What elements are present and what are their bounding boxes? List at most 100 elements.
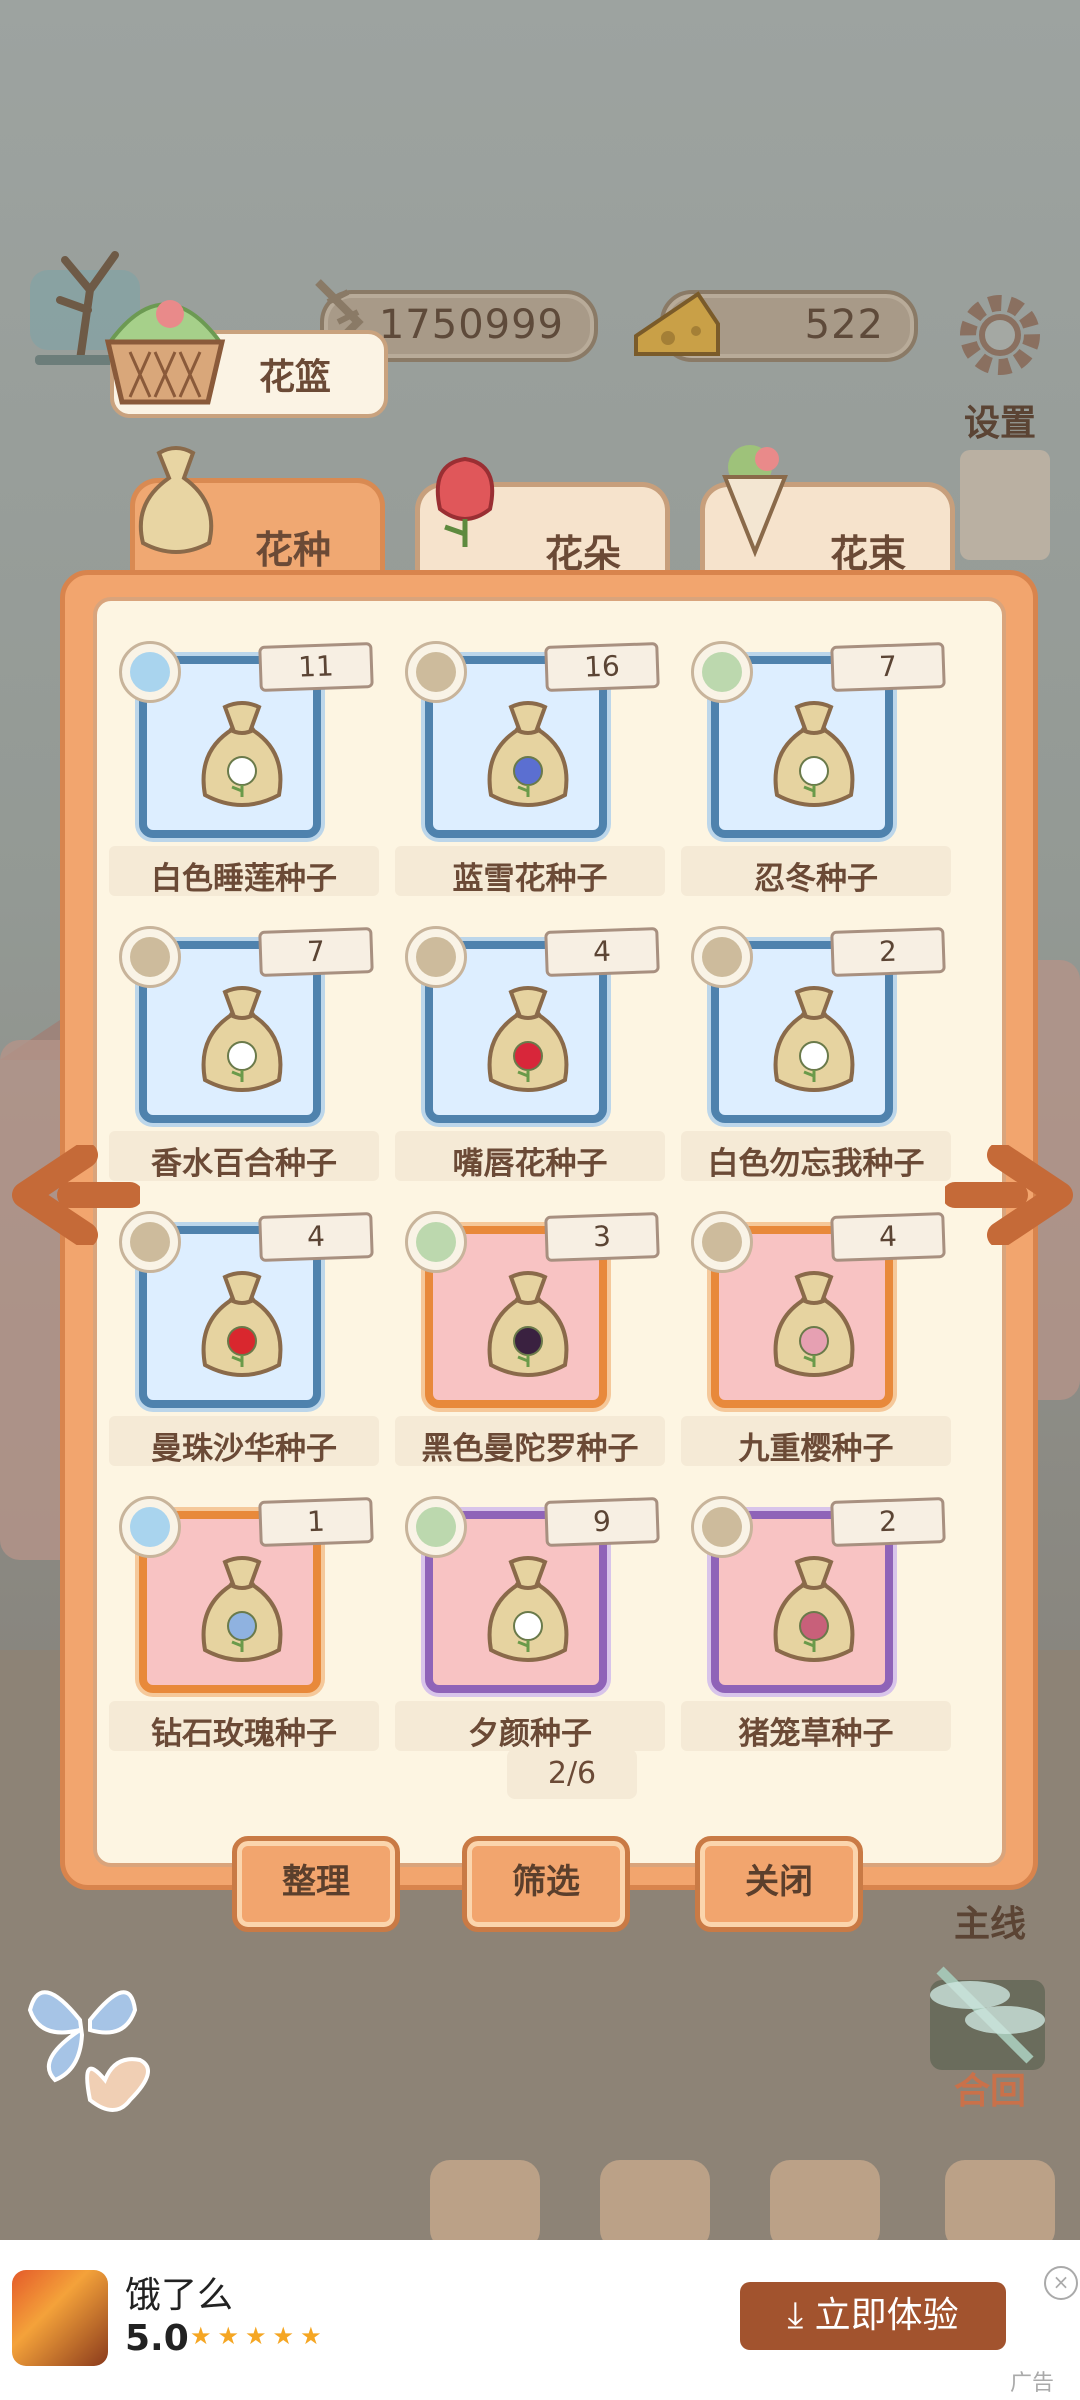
basket-label: 花篮 [259,357,332,398]
seed-bag-icon [487,986,569,1092]
item-name: 钻石玫瑰种子 [151,1716,337,1752]
gear-icon [960,295,1040,375]
item-name: 夕颜种子 [468,1716,592,1752]
seed-item[interactable]: 4 九重樱种子 [681,1211,951,1496]
item-name: 嘴唇花种子 [452,1146,608,1182]
soil-type-icon [691,926,753,988]
ad-title: 饿了么 [125,2275,234,2316]
bottom-trophy-icon[interactable] [945,2160,1055,2250]
inventory-panel: 11 白色睡莲种子 16 蓝雪花种子 7 忍冬种子 7 香水百合种子 4 嘴唇花… [60,570,1038,1890]
item-name: 忍冬种子 [754,861,878,897]
seed-item[interactable]: 3 黑色曼陀罗种子 [395,1211,665,1496]
download-icon: ⤓ [787,2295,815,2336]
cheese-counter: 522 [634,290,918,362]
seed-bag-icon [773,986,855,1092]
seed-item[interactable]: 7 香水百合种子 [109,926,379,1211]
soil-type-icon [119,926,181,988]
water-type-icon [119,641,181,703]
seed-item[interactable]: 16 蓝雪花种子 [395,641,665,926]
mainline-button[interactable]: 主线 [940,1895,1040,1947]
leaf-type-icon [691,641,753,703]
soil-type-icon [691,1496,753,1558]
item-count: 11 [258,642,374,692]
bottom-window-icon[interactable] [430,2160,540,2250]
item-count: 9 [544,1497,660,1547]
bouquet-icon [722,445,788,557]
ad-thumbnail [12,2270,108,2366]
seed-bag-icon [487,701,569,807]
item-count: 2 [830,927,946,977]
item-name: 白色睡莲种子 [151,861,337,897]
seed-bag-icon [773,1271,855,1377]
cheese-value: 522 [804,302,884,348]
leaf-type-icon [405,1496,467,1558]
cheese-icon [634,291,720,356]
seed-bag-icon [773,1556,855,1662]
item-name: 白色勿忘我种子 [707,1146,925,1182]
inventory-inner: 11 白色睡莲种子 16 蓝雪花种子 7 忍冬种子 7 香水百合种子 4 嘴唇花… [93,597,1006,1867]
ad-close-icon[interactable]: × [1044,2266,1078,2300]
return-button[interactable]: 合回 [940,2062,1040,2114]
settings-button[interactable]: 设置 [950,285,1050,446]
seed-bag-icon [773,701,855,807]
item-count: 7 [830,642,946,692]
seed-item[interactable]: 4 曼珠沙华种子 [109,1211,379,1496]
seed-item[interactable]: 7 忍冬种子 [681,641,951,926]
item-name: 九重樱种子 [738,1431,894,1467]
leaf-type-icon [405,1211,467,1273]
seed-item[interactable]: 9 夕颜种子 [395,1496,665,1781]
seed-bag-icon [201,1271,283,1377]
item-name: 蓝雪花种子 [452,861,608,897]
bottom-shop-icon[interactable] [600,2160,710,2250]
sort-button[interactable]: 整理 [232,1836,400,1932]
seed-item[interactable]: 1 钻石玫瑰种子 [109,1496,379,1781]
seed-item[interactable]: 11 白色睡莲种子 [109,641,379,926]
page-indicator: 2/6 [507,1749,637,1799]
soil-type-icon [691,1211,753,1273]
item-count: 4 [544,927,660,977]
soil-type-icon [405,641,467,703]
seed-item[interactable]: 2 白色勿忘我种子 [681,926,951,1211]
seed-item[interactable]: 2 猪笼草种子 [681,1496,951,1781]
item-count: 3 [544,1212,660,1262]
seed-bag-icon [138,446,214,554]
arrow-left-icon[interactable] [10,1145,140,1245]
item-count: 4 [258,1212,374,1262]
ad-tag: 广告 [1010,2371,1055,2396]
task-icon[interactable] [960,450,1050,560]
seed-bag-icon [201,986,283,1092]
tab-seeds-label: 花种 [255,528,332,572]
coin-value: 1750999 [378,302,564,348]
seed-bag-icon [487,1271,569,1377]
item-name: 猪笼草种子 [738,1716,894,1752]
flower-basket-icon [104,300,226,405]
item-count: 7 [258,927,374,977]
ad-rating: 5.0 [125,2318,189,2359]
ad-banner[interactable]: 饿了么 5.0 ★★★★★ ⤓ 立即体验 × 广告 [0,2240,1080,2400]
close-button[interactable]: 关闭 [695,1836,863,1932]
item-name: 黑色曼陀罗种子 [421,1431,639,1467]
seed-item[interactable]: 4 嘴唇花种子 [395,926,665,1211]
ad-cta-label: 立即体验 [814,2295,959,2336]
seed-bag-icon [201,701,283,807]
seed-bag-icon [487,1556,569,1662]
item-count: 1 [258,1497,374,1547]
ad-cta-button[interactable]: ⤓ 立即体验 [740,2282,1006,2350]
filter-button[interactable]: 筛选 [462,1836,630,1932]
ad-stars: ★★★★★ [190,2322,328,2350]
arrow-right-icon[interactable] [945,1145,1075,1245]
item-name: 香水百合种子 [151,1146,337,1182]
mainline-label: 主线 [953,1904,1026,1945]
butterfly-icon [27,1990,150,2112]
item-count: 4 [830,1212,946,1262]
seed-bag-icon [201,1556,283,1662]
bottom-basket-icon[interactable] [770,2160,880,2250]
return-label: 合回 [953,2071,1026,2112]
soil-type-icon [405,926,467,988]
item-name: 曼珠沙华种子 [151,1431,337,1467]
item-count: 16 [544,642,660,692]
item-count: 2 [830,1497,946,1547]
rose-icon [435,456,495,547]
water-type-icon [119,1496,181,1558]
settings-label: 设置 [963,403,1036,444]
